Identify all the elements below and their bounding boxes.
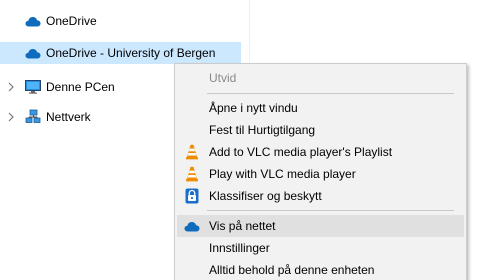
menu-item-classify-protect[interactable]: Klassifiser og beskytt bbox=[177, 185, 464, 207]
computer-icon bbox=[24, 76, 42, 98]
menu-separator bbox=[207, 210, 454, 211]
network-icon bbox=[24, 106, 42, 128]
menu-item-label: Alltid behold på denne enheten bbox=[209, 263, 375, 277]
menu-item-label: Play with VLC media player bbox=[209, 167, 356, 181]
context-menu: Utvid Åpne i nytt vindu Fest til Hurtigt… bbox=[174, 63, 467, 280]
menu-item-pin-quick-access[interactable]: Fest til Hurtigtilgang bbox=[177, 119, 464, 141]
nav-item-label: OneDrive bbox=[46, 14, 97, 28]
nav-item-onedrive[interactable]: OneDrive bbox=[0, 10, 249, 32]
menu-item-label: Utvid bbox=[209, 71, 237, 85]
menu-item-label: Innstillinger bbox=[209, 241, 270, 255]
menu-item-vlc-play[interactable]: Play with VLC media player bbox=[177, 163, 464, 185]
menu-item-utvid[interactable]: Utvid bbox=[177, 67, 464, 89]
nav-item-label: Denne PCen bbox=[46, 80, 115, 94]
menu-item-label: Fest til Hurtigtilgang bbox=[209, 123, 316, 137]
vlc-cone-icon bbox=[183, 141, 201, 163]
nav-item-label: OneDrive - University of Bergen bbox=[46, 46, 216, 60]
menu-item-label: Vis på nettet bbox=[209, 219, 276, 233]
onedrive-cloud-icon bbox=[24, 10, 42, 32]
chevron-right-icon[interactable] bbox=[6, 106, 16, 128]
nav-item-onedrive-university-of-bergen[interactable]: OneDrive - University of Bergen bbox=[0, 42, 241, 64]
vlc-cone-icon bbox=[183, 163, 201, 185]
onedrive-cloud-icon bbox=[183, 215, 201, 237]
chevron-right-icon[interactable] bbox=[6, 76, 16, 98]
menu-separator bbox=[207, 93, 454, 94]
menu-item-label: Add to VLC media player's Playlist bbox=[209, 145, 393, 159]
menu-item-view-online[interactable]: Vis på nettet bbox=[177, 215, 464, 237]
azure-information-protection-icon bbox=[183, 185, 201, 207]
menu-item-settings[interactable]: Innstillinger bbox=[177, 237, 464, 259]
onedrive-cloud-icon bbox=[24, 42, 42, 64]
menu-item-label: Åpne i nytt vindu bbox=[209, 101, 298, 115]
menu-item-vlc-add-playlist[interactable]: Add to VLC media player's Playlist bbox=[177, 141, 464, 163]
menu-item-label: Klassifiser og beskytt bbox=[209, 189, 322, 203]
nav-item-label: Nettverk bbox=[46, 110, 91, 124]
menu-item-always-keep-on-device[interactable]: Alltid behold på denne enheten bbox=[177, 259, 464, 280]
menu-item-open-new-window[interactable]: Åpne i nytt vindu bbox=[177, 97, 464, 119]
